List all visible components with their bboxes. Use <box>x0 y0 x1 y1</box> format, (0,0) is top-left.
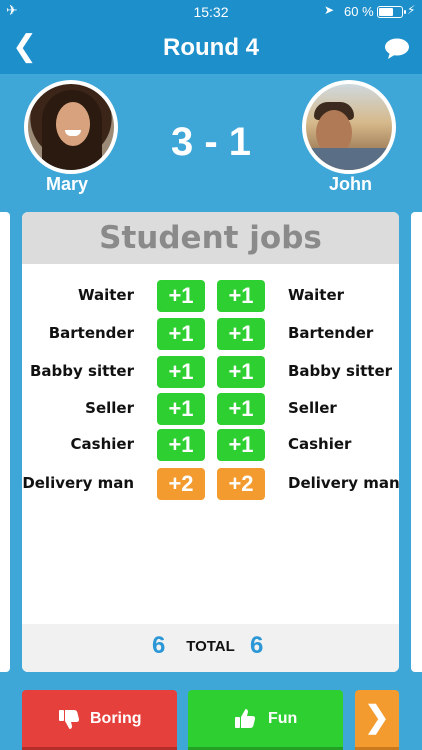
right-points: +1 <box>217 356 265 388</box>
right-total: 6 <box>250 632 264 659</box>
right-points: +1 <box>217 318 265 350</box>
charging-icon: ⚡ <box>407 3 416 17</box>
boring-label: Boring <box>90 710 142 727</box>
right-answer: Waiter <box>288 286 345 304</box>
player-left-name: Mary <box>46 174 89 194</box>
left-answer: Delivery man <box>22 474 134 492</box>
left-points: +1 <box>157 318 205 350</box>
fun-button[interactable]: Fun <box>188 690 343 750</box>
right-answer: Delivery man <box>288 474 399 492</box>
right-answer: Bartender <box>288 324 374 342</box>
left-answer: Bartender <box>48 324 134 342</box>
player-right-avatar <box>302 80 396 174</box>
thumbs-down-icon <box>59 710 80 729</box>
answer-row: Babby sitter +1 +1 Babby sitter <box>22 354 399 390</box>
page-title: Round 4 <box>163 34 259 61</box>
left-answer: Cashier <box>70 435 134 453</box>
left-points: +1 <box>157 429 205 461</box>
boring-button[interactable]: Boring <box>22 690 177 750</box>
left-points: +1 <box>157 356 205 388</box>
right-points: +2 <box>217 468 265 500</box>
fun-label: Fun <box>268 710 298 727</box>
player-right-name: John <box>329 174 372 194</box>
left-points: +2 <box>157 468 205 500</box>
thumbs-up-icon <box>235 709 256 728</box>
right-points: +1 <box>217 280 265 312</box>
answer-row: Bartender +1 +1 Bartender <box>22 316 399 352</box>
right-answer: Babby sitter <box>288 362 393 380</box>
answer-row: Seller +1 +1 Seller <box>22 391 399 427</box>
card-title: Student jobs <box>22 212 399 264</box>
nav-bar: ❮ Round 4 <box>0 24 422 74</box>
location-icon: ➤ <box>324 3 335 17</box>
answer-row: Waiter +1 +1 Waiter <box>22 278 399 314</box>
previous-card-peek[interactable] <box>0 212 10 672</box>
right-answer: Cashier <box>288 435 352 453</box>
battery-icon <box>377 6 406 18</box>
answer-row: Delivery man +2 +2 Delivery man <box>22 466 399 502</box>
battery-percent: 60 % <box>344 4 374 19</box>
answer-row: Cashier +1 +1 Cashier <box>22 427 399 463</box>
left-answer: Babby sitter <box>29 362 134 380</box>
left-answer: Seller <box>85 399 134 417</box>
category-card: Student jobs Waiter +1 +1 Waiter Bartend… <box>22 212 399 672</box>
right-points: +1 <box>217 429 265 461</box>
status-bar: ✈ 15:32 ➤ 60 % ⚡ <box>0 0 422 24</box>
right-answer: Seller <box>288 399 337 417</box>
left-answer: Waiter <box>77 286 134 304</box>
chat-icon[interactable] <box>384 38 410 60</box>
next-button[interactable]: ❯ <box>355 690 399 750</box>
total-label: TOTAL <box>186 638 235 655</box>
next-card-peek[interactable] <box>411 212 422 672</box>
right-points: +1 <box>217 393 265 425</box>
left-points: +1 <box>157 280 205 312</box>
total-bar: 6 TOTAL 6 <box>22 624 399 672</box>
left-points: +1 <box>157 393 205 425</box>
